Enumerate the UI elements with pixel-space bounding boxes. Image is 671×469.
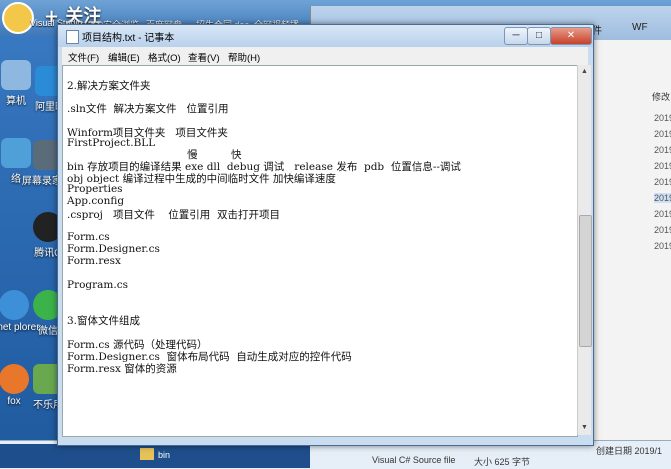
column-header-modified[interactable]: 修改 [652,90,670,103]
menu-edit[interactable]: 编辑(E) [108,50,140,64]
file-date: 2019 [654,241,671,251]
menu-view[interactable]: 查看(V) [188,50,220,64]
file-date: 2019 [654,209,671,219]
text-line: Form.resx 窗体的资源 [67,363,177,375]
text-line: Form.cs [67,231,110,243]
notepad-window: 项目结构.txt - 记事本 ─ □ ✕ 文件(F) 编辑(E) 格式(O) 查… [57,24,594,446]
minimize-button[interactable]: ─ [504,27,528,45]
notepad-icon [66,30,79,44]
file-date: 2019 [654,145,671,155]
text-line: App.config [67,195,125,207]
text-line: Properties [67,183,123,195]
text-line: .csproj 项目文件 位置引用 双击打开项目 [67,209,280,221]
close-button[interactable]: ✕ [550,27,592,45]
scroll-up-icon[interactable]: ▲ [579,66,590,77]
folder-bin[interactable]: bin [158,450,170,460]
menu-bar: 文件(F) 编辑(E) 格式(O) 查看(V) 帮助(H) [62,47,588,65]
breadcrumb-item-wf[interactable]: WF [632,22,648,33]
text-line: Form.resx [67,255,121,267]
file-date: 2019 [654,193,671,203]
file-date: 2019 [654,177,671,187]
text-line: 3.窗体文件组成 [67,315,141,327]
notepad-titlebar[interactable]: 项目结构.txt - 记事本 ─ □ ✕ [58,25,593,47]
text-line: Form.Designer.cs [67,243,160,255]
file-date: 2019 [654,225,671,235]
file-date: 2019 [654,161,671,171]
scroll-down-icon[interactable]: ▼ [579,422,590,433]
maximize-button[interactable]: □ [527,27,551,45]
file-date: 2019 [654,129,671,139]
file-created-label: 创建日期 2019/1 [596,446,663,456]
folder-icon [140,448,154,460]
menu-file[interactable]: 文件(F) [68,50,99,64]
scroll-thumb[interactable] [579,215,592,347]
file-type-label: Visual C# Source file [372,455,456,465]
menu-format[interactable]: 格式(O) [148,50,181,64]
text-line: 2.解决方案文件夹 [67,80,151,92]
explorer-navpane-bottom [0,444,310,468]
file-date: 2019 [654,113,671,123]
text-line: .sln文件 解决方案文件 位置引用 [67,103,229,115]
file-size-label: 大小 625 字节 [474,457,531,467]
menu-help[interactable]: 帮助(H) [228,50,260,64]
text-editor[interactable]: 2.解决方案文件夹 .sln文件 解决方案文件 位置引用 Winform项目文件… [62,65,578,437]
text-line: Program.cs [67,279,128,291]
vertical-scrollbar[interactable]: ▲ ▼ [577,65,592,435]
window-title: 项目结构.txt - 记事本 [82,33,175,44]
